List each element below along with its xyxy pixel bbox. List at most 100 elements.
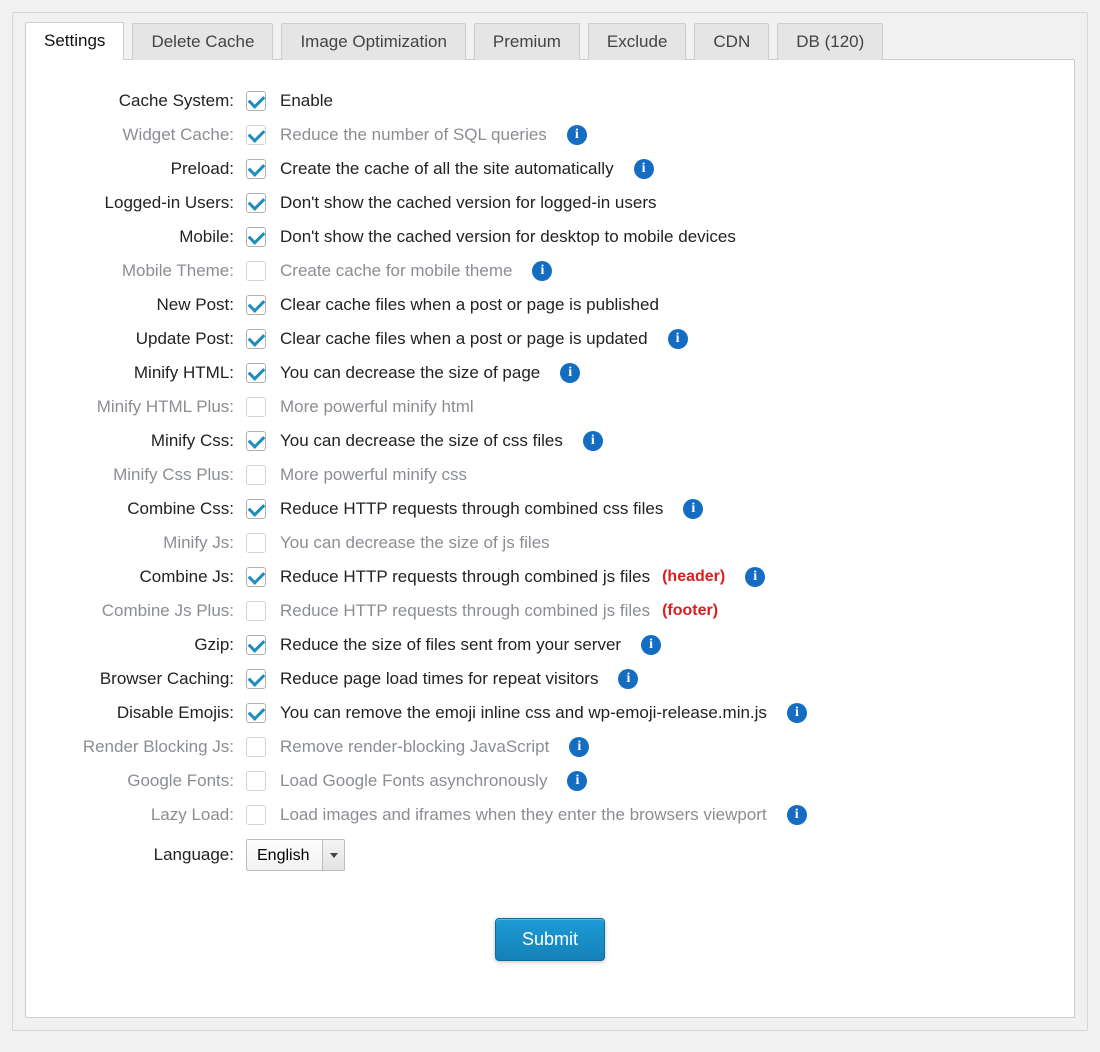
label-minify_css_plus: Minify Css Plus: xyxy=(46,465,246,485)
info-icon[interactable]: i xyxy=(787,703,807,723)
checkbox-logged_in[interactable] xyxy=(246,193,266,213)
control-combine_js_plus: Reduce HTTP requests through combined js… xyxy=(246,601,718,621)
label-minify_html_plus: Minify HTML Plus: xyxy=(46,397,246,417)
info-icon[interactable]: i xyxy=(583,431,603,451)
desc-combine_js_plus: Reduce HTTP requests through combined js… xyxy=(280,601,650,621)
row-combine_css: Combine Css:Reduce HTTP requests through… xyxy=(46,492,1054,526)
control-mobile_theme: Create cache for mobile theme i xyxy=(246,261,552,281)
label-minify_css: Minify Css: xyxy=(46,431,246,451)
row-minify_css_plus: Minify Css Plus:More powerful minify css xyxy=(46,458,1054,492)
info-icon[interactable]: i xyxy=(567,125,587,145)
row-update_post: Update Post: Clear cache files when a pos… xyxy=(46,322,1054,356)
info-icon[interactable]: i xyxy=(683,499,703,519)
desc-cache_system: Enable xyxy=(280,91,333,111)
checkbox-combine_css[interactable] xyxy=(246,499,266,519)
checkbox-disable_emojis[interactable] xyxy=(246,703,266,723)
checkbox-preload[interactable] xyxy=(246,159,266,179)
info-icon[interactable]: i xyxy=(567,771,587,791)
desc-new_post: Clear cache files when a post or page is… xyxy=(280,295,659,315)
label-mobile_theme: Mobile Theme: xyxy=(46,261,246,281)
info-icon[interactable]: i xyxy=(634,159,654,179)
tab-delete-cache[interactable]: Delete Cache xyxy=(132,23,273,60)
tab-premium[interactable]: Premium xyxy=(474,23,580,60)
checkbox-minify_html[interactable] xyxy=(246,363,266,383)
badge-combine_js: (header) xyxy=(662,568,725,586)
row-disable_emojis: Disable Emojis:You can remove the emoji … xyxy=(46,696,1054,730)
checkbox-cache_system[interactable] xyxy=(246,91,266,111)
checkbox-combine_js[interactable] xyxy=(246,567,266,587)
desc-render_blocking_js: Remove render-blocking JavaScript xyxy=(280,737,549,757)
desc-logged_in: Don't show the cached version for logged… xyxy=(280,193,657,213)
checkbox-browser_caching[interactable] xyxy=(246,669,266,689)
label-browser_caching: Browser Caching: xyxy=(46,669,246,689)
row-minify_html: Minify HTML:You can decrease the size of… xyxy=(46,356,1054,390)
checkbox-minify_js[interactable] xyxy=(246,533,266,553)
desc-minify_html: You can decrease the size of page xyxy=(280,363,540,383)
checkbox-new_post[interactable] xyxy=(246,295,266,315)
control-gzip: Reduce the size of files sent from your … xyxy=(246,635,661,655)
label-gzip: Gzip: xyxy=(46,635,246,655)
label-preload: Preload: xyxy=(46,159,246,179)
desc-mobile_theme: Create cache for mobile theme xyxy=(280,261,512,281)
tab-settings[interactable]: Settings xyxy=(25,22,124,60)
row-render_blocking_js: Render Blocking Js:Remove render-blockin… xyxy=(46,730,1054,764)
label-language: Language: xyxy=(46,845,246,865)
desc-widget_cache: Reduce the number of SQL queries xyxy=(280,125,547,145)
checkbox-google_fonts[interactable] xyxy=(246,771,266,791)
desc-minify_js: You can decrease the size of js files xyxy=(280,533,550,553)
label-combine_js: Combine Js: xyxy=(46,567,246,587)
row-gzip: Gzip: Reduce the size of files sent from … xyxy=(46,628,1054,662)
info-icon[interactable]: i xyxy=(787,805,807,825)
row-combine_js: Combine Js: Reduce HTTP requests through … xyxy=(46,560,1054,594)
label-logged_in: Logged-in Users: xyxy=(46,193,246,213)
info-icon[interactable]: i xyxy=(668,329,688,349)
desc-minify_css: You can decrease the size of css files xyxy=(280,431,563,451)
desc-update_post: Clear cache files when a post or page is… xyxy=(280,329,648,349)
row-widget_cache: Widget Cache:Reduce the number of SQL qu… xyxy=(46,118,1054,152)
desc-combine_js: Reduce HTTP requests through combined js… xyxy=(280,567,650,587)
tab-exclude[interactable]: Exclude xyxy=(588,23,686,60)
row-google_fonts: Google Fonts: Load Google Fonts asynchron… xyxy=(46,764,1054,798)
info-icon[interactable]: i xyxy=(618,669,638,689)
tabs: SettingsDelete CacheImage OptimizationPr… xyxy=(25,21,1075,59)
desc-gzip: Reduce the size of files sent from your … xyxy=(280,635,621,655)
info-icon[interactable]: i xyxy=(641,635,661,655)
desc-google_fonts: Load Google Fonts asynchronously xyxy=(280,771,547,791)
label-google_fonts: Google Fonts: xyxy=(46,771,246,791)
control-minify_css: You can decrease the size of css files i xyxy=(246,431,603,451)
checkbox-update_post[interactable] xyxy=(246,329,266,349)
info-icon[interactable]: i xyxy=(532,261,552,281)
row-language: Language: English xyxy=(46,832,1054,878)
tab-image-optimization[interactable]: Image Optimization xyxy=(281,23,465,60)
info-icon[interactable]: i xyxy=(569,737,589,757)
control-browser_caching: Reduce page load times for repeat visito… xyxy=(246,669,638,689)
checkbox-mobile[interactable] xyxy=(246,227,266,247)
control-cache_system: Enable xyxy=(246,91,333,111)
tab-db-120-[interactable]: DB (120) xyxy=(777,23,883,60)
language-select[interactable]: English xyxy=(246,839,345,871)
desc-disable_emojis: You can remove the emoji inline css and … xyxy=(280,703,767,723)
label-render_blocking_js: Render Blocking Js: xyxy=(46,737,246,757)
settings-card: SettingsDelete CacheImage OptimizationPr… xyxy=(12,12,1088,1031)
control-widget_cache: Reduce the number of SQL queries i xyxy=(246,125,587,145)
checkbox-render_blocking_js[interactable] xyxy=(246,737,266,757)
checkbox-lazy_load[interactable] xyxy=(246,805,266,825)
submit-button[interactable]: Submit xyxy=(495,918,605,961)
control-mobile: Don't show the cached version for deskto… xyxy=(246,227,736,247)
tab-cdn[interactable]: CDN xyxy=(694,23,769,60)
desc-minify_html_plus: More powerful minify html xyxy=(280,397,474,417)
info-icon[interactable]: i xyxy=(560,363,580,383)
checkbox-mobile_theme[interactable] xyxy=(246,261,266,281)
checkbox-widget_cache[interactable] xyxy=(246,125,266,145)
row-browser_caching: Browser Caching:Reduce page load times f… xyxy=(46,662,1054,696)
label-new_post: New Post: xyxy=(46,295,246,315)
checkbox-minify_css[interactable] xyxy=(246,431,266,451)
row-logged_in: Logged-in Users: Don't show the cached ve… xyxy=(46,186,1054,220)
label-update_post: Update Post: xyxy=(46,329,246,349)
checkbox-minify_html_plus[interactable] xyxy=(246,397,266,417)
info-icon[interactable]: i xyxy=(745,567,765,587)
checkbox-gzip[interactable] xyxy=(246,635,266,655)
checkbox-minify_css_plus[interactable] xyxy=(246,465,266,485)
checkbox-combine_js_plus[interactable] xyxy=(246,601,266,621)
control-render_blocking_js: Remove render-blocking JavaScript i xyxy=(246,737,589,757)
